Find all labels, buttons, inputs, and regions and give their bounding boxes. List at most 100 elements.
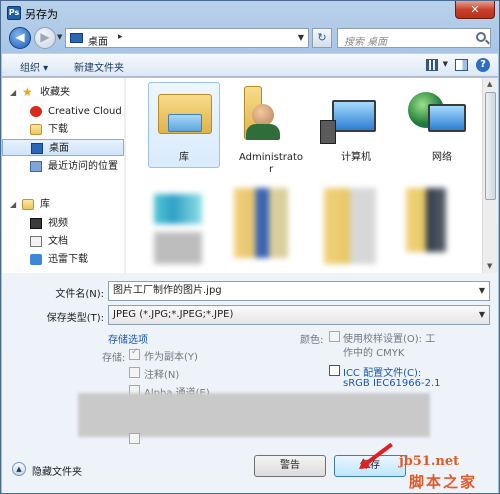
file-item-computer[interactable]: 计算机 [300, 80, 380, 172]
filename-label: 文件名(N): [55, 289, 104, 300]
forward-button[interactable]: ▶ [34, 27, 56, 49]
as-copy-checkbox[interactable] [129, 347, 140, 360]
icc-profile-value: sRGB IEC61966-2.1 [343, 378, 441, 389]
search-input[interactable]: 搜索 桌面 [337, 28, 491, 48]
new-folder-button[interactable]: 新建文件夹 [74, 59, 124, 74]
organize-button[interactable]: 组织 ▾ [20, 59, 48, 74]
creative-cloud-icon [30, 106, 42, 117]
thunder-download-icon [30, 254, 42, 265]
file-list: 库 Administrato r 计算机 网络 [128, 78, 480, 273]
help-icon[interactable]: ? [476, 58, 490, 72]
sidebar-item-creative-cloud[interactable]: Creative Cloud [2, 103, 124, 120]
file-item-blurred-image[interactable] [128, 176, 208, 268]
file-item-blurred-folder[interactable] [386, 176, 466, 268]
documents-icon [30, 236, 42, 247]
scroll-up-icon[interactable]: ▲ [487, 80, 492, 88]
file-name: 计算机 [341, 152, 371, 163]
filetype-select[interactable]: JPEG (*.JPG;*.JPEG;*.JPE) ▼ [108, 305, 490, 325]
scroll-down-icon[interactable]: ▼ [487, 262, 492, 270]
address-chevron-icon[interactable]: ▸ [118, 32, 123, 42]
command-toolbar: 组织 ▾ 新建文件夹 ▼ ? [2, 53, 498, 77]
file-item-library[interactable]: 库 [128, 80, 220, 172]
file-name: 库 [179, 152, 189, 163]
scrollbar-thumb[interactable] [485, 92, 496, 200]
download-folder-icon [30, 124, 42, 135]
recent-pages-dropdown-icon[interactable]: ▼ [57, 33, 62, 41]
user-avatar-icon [252, 104, 274, 126]
file-item-blurred-folder[interactable] [300, 176, 380, 268]
sidebar-item-label: 桌面 [49, 143, 69, 154]
collapse-arrow-icon[interactable]: ◢ [10, 84, 16, 101]
sidebar-item-label: 视频 [48, 218, 68, 229]
filename-dropdown-icon[interactable]: ▼ [479, 282, 485, 300]
sidebar-item-label: 最近访问的位置 [48, 161, 118, 172]
file-name: 网络 [432, 152, 452, 163]
back-button[interactable]: ◀ [9, 27, 31, 49]
address-bar[interactable]: 桌面 ▸ ▼ [65, 28, 309, 48]
proof-setup-checkbox[interactable] [329, 331, 340, 342]
view-dropdown-icon[interactable]: ▼ [443, 60, 448, 68]
search-icon[interactable] [476, 32, 486, 42]
filename-value: 图片工厂制作的图片.jpg [113, 285, 222, 296]
color-label: 颜色: [300, 335, 324, 346]
collapse-arrow-icon[interactable]: ◢ [10, 196, 16, 213]
address-location[interactable]: 桌面 [88, 33, 108, 48]
annotation-checkbox[interactable] [129, 367, 140, 378]
preview-pane-icon[interactable] [455, 59, 468, 71]
file-list-scrollbar[interactable]: ▲ ▼ [482, 78, 498, 273]
sidebar-item-libraries[interactable]: ◢ 库 [2, 196, 124, 213]
icc-profile-label[interactable]: ICC 配置文件(C): [343, 364, 421, 379]
change-view-icon[interactable] [426, 59, 438, 71]
filetype-dropdown-icon[interactable]: ▼ [479, 306, 485, 324]
sidebar-item-favorites[interactable]: ◢ ★ 收藏夹 [2, 84, 124, 101]
computer-tower-icon [320, 120, 336, 144]
address-dropdown-icon[interactable]: ▼ [298, 33, 304, 42]
sidebar-item-desktop[interactable]: 桌面 [2, 139, 124, 156]
sidebar-item-label: 库 [40, 199, 50, 210]
computer-icon [332, 100, 376, 132]
sidebar-item-label: Creative Cloud [48, 106, 122, 117]
sidebar-item-recent-places[interactable]: 最近访问的位置 [2, 158, 124, 175]
watermark-site: jb51.net [399, 454, 460, 469]
blurred-thumbnail [324, 188, 376, 264]
recent-places-icon [30, 161, 42, 172]
sidebar-item-documents[interactable]: 文档 [2, 233, 124, 250]
obscured-checkbox[interactable] [129, 433, 140, 444]
redacted-block [78, 393, 430, 437]
video-icon [30, 218, 42, 229]
close-button[interactable]: ✕ [455, 1, 495, 19]
star-icon: ★ [22, 85, 33, 99]
photoshop-app-icon: Ps [7, 6, 21, 20]
save-options-heading: 存储选项 [108, 335, 148, 346]
as-copy-label: 作为副本(Y) [144, 352, 198, 363]
icc-profile-checkbox[interactable] [329, 365, 340, 376]
filetype-value: JPEG (*.JPG;*.JPEG;*.JPE) [113, 309, 234, 320]
proof-setup-label-line1: 使用校样设置(O): 工 [343, 334, 436, 345]
browser-area: ◢ ★ 收藏夹 Creative Cloud 下载 桌面 最近访问的位置 ◢ 库… [2, 78, 498, 273]
file-item-network[interactable]: 网络 [386, 80, 466, 172]
network-monitor-icon [428, 104, 466, 132]
blurred-thumbnail [154, 232, 202, 264]
filename-input[interactable]: 图片工厂制作的图片.jpg ▼ [108, 281, 490, 301]
desktop-icon [31, 143, 43, 154]
title-bar[interactable]: Ps 另存为 ✕ [1, 1, 499, 25]
filetype-label: 保存类型(T): [46, 313, 104, 324]
refresh-button[interactable]: ↻ [312, 28, 332, 48]
sidebar-item-downloads[interactable]: 下载 [2, 121, 124, 138]
file-item-blurred-folder[interactable] [214, 176, 294, 268]
file-item-administrator[interactable]: Administrato r [214, 80, 303, 175]
sidebar-item-label: 收藏夹 [40, 87, 70, 98]
search-placeholder: 搜索 桌面 [344, 37, 388, 48]
watermark-brand: 脚本之家 [409, 473, 478, 491]
sidebar-item-label: 迅雷下载 [48, 254, 88, 265]
blurred-thumbnail [234, 188, 288, 258]
navigation-bar: ◀ ▶ ▼ 桌面 ▸ ▼ ↻ 搜索 桌面 [5, 25, 495, 51]
desktop-icon [70, 33, 83, 43]
user-shirt-icon [246, 124, 280, 140]
warning-button[interactable]: 警告 [254, 455, 326, 477]
navigation-pane-scrollbar[interactable] [124, 78, 126, 273]
storage-label: 存储: [102, 353, 126, 364]
sidebar-item-videos[interactable]: 视频 [2, 215, 124, 232]
sidebar-item-thunder-downloads[interactable]: 迅雷下载 [2, 251, 124, 268]
library-window-icon [168, 114, 202, 132]
